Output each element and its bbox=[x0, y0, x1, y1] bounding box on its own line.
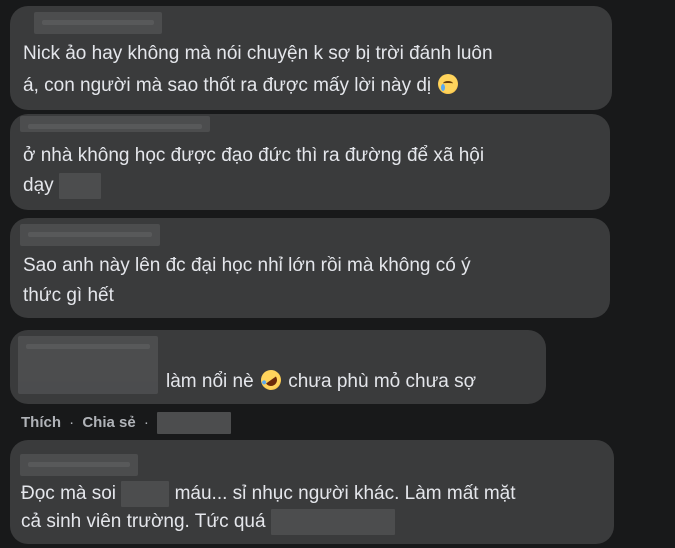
comment-text-line-2-content: dạy bbox=[23, 175, 54, 196]
comment-bubble-4: làm nổi nè chưa phù mỏ chưa sợ bbox=[10, 330, 546, 404]
comment-actions: Thích · Chia sẻ · bbox=[21, 412, 232, 434]
comment-text-part-b: chưa phù mỏ chưa sợ bbox=[288, 371, 477, 392]
comment-text-line-1: Sao anh này lên đc đại học nhỉ lớn rồi m… bbox=[23, 255, 471, 276]
comment-text-line-1: Đọc mà soi máu... sỉ nhục người khác. Là… bbox=[21, 480, 516, 508]
comment-text-line-2: á, con người mà sao thốt ra được mấy lời… bbox=[23, 72, 460, 100]
share-button[interactable]: Chia sẻ bbox=[82, 414, 135, 431]
comment-text-line-2-content: cả sinh viên trường. Tức quá bbox=[21, 511, 266, 532]
comment-author-redacted[interactable] bbox=[18, 336, 158, 394]
redacted-text-block bbox=[270, 508, 395, 535]
comment-bubble-1: Nick ảo hay không mà nói chuyện k sợ bị … bbox=[10, 6, 612, 110]
comment-author-redacted[interactable] bbox=[34, 12, 162, 34]
comment-bubble-2: ở nhà không học được đạo đức thì ra đườn… bbox=[10, 114, 610, 210]
redacted-timestamp bbox=[157, 412, 232, 434]
comment-text-part-a: làm nổi nè bbox=[166, 371, 254, 392]
comment-author-redacted[interactable] bbox=[20, 224, 160, 246]
comment-text-line-2: thức gì hết bbox=[23, 285, 114, 306]
comment-bubble-5: Đọc mà soi máu... sỉ nhục người khác. Là… bbox=[10, 440, 614, 544]
crying-face-icon bbox=[438, 74, 459, 94]
redacted-text-block bbox=[58, 172, 101, 199]
comment-text-line-1: làm nổi nè chưa phù mỏ chưa sợ bbox=[166, 366, 477, 396]
comment-text-line-2-content: á, con người mà sao thốt ra được mấy lời… bbox=[23, 75, 432, 96]
comment-text-part-b: máu... sỉ nhục người khác. Làm mất mặt bbox=[174, 483, 516, 504]
comment-bubble-3: Sao anh này lên đc đại học nhỉ lớn rồi m… bbox=[10, 218, 610, 318]
action-separator: · bbox=[143, 413, 149, 431]
comment-author-redacted[interactable] bbox=[20, 454, 138, 476]
comment-text-line-2: cả sinh viên trường. Tức quá bbox=[21, 508, 395, 536]
comment-text-line-1: ở nhà không học được đạo đức thì ra đườn… bbox=[23, 145, 485, 166]
like-button[interactable]: Thích bbox=[21, 414, 61, 431]
comment-author-redacted[interactable] bbox=[20, 116, 210, 132]
action-separator: · bbox=[69, 413, 75, 431]
comment-text-line-2: dạy bbox=[23, 172, 101, 200]
rofl-face-icon bbox=[257, 366, 285, 394]
comment-thread: Nick ảo hay không mà nói chuyện k sợ bị … bbox=[0, 0, 675, 548]
comment-text-part-a: Đọc mà soi bbox=[21, 483, 117, 504]
redacted-text-block bbox=[121, 480, 170, 507]
comment-text-line-1: Nick ảo hay không mà nói chuyện k sợ bị … bbox=[23, 43, 493, 64]
